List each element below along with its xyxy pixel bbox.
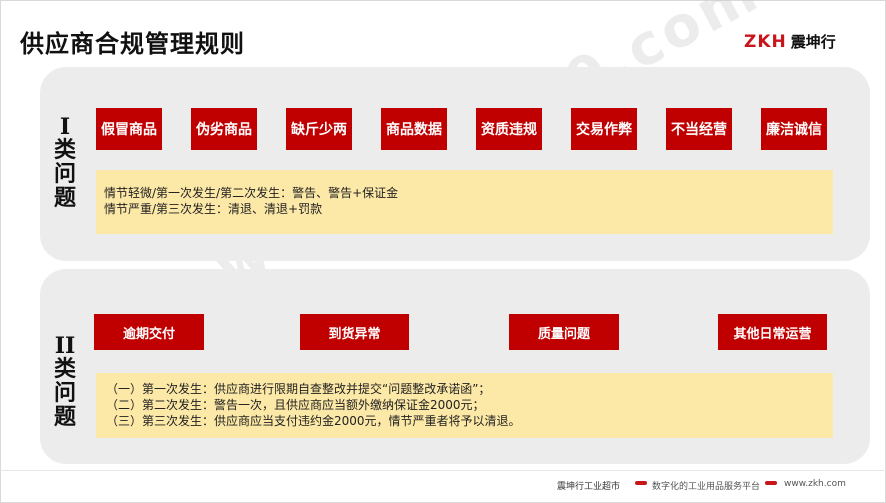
note-line: 情节轻微/第一次发生/第二次发生：警告、警告+保证金 xyxy=(104,186,399,200)
tag-counterfeit: 假冒商品 xyxy=(96,108,162,150)
class-2-label-char: 问 xyxy=(53,381,76,406)
logo-mark: ZKH xyxy=(744,31,787,52)
note-line: （一）第一次发生：供应商进行限期自查整改并提交“问题整改承诺函”； xyxy=(106,382,491,396)
class-2-label-char: 类 xyxy=(53,357,76,382)
page-title: 供应商合规管理规则 xyxy=(20,30,245,58)
class-2-notes: （一）第一次发生：供应商进行限期自查整改并提交“问题整改承诺函”； （二）第二次… xyxy=(96,373,833,438)
footer-divider-icon xyxy=(765,481,777,485)
footer-brand: 震坤行工业超市 xyxy=(557,482,621,492)
logo: ZKH 震坤行 xyxy=(744,31,836,52)
tag-improper-operation: 不当经营 xyxy=(666,108,732,150)
class-1-label-roman: I xyxy=(59,114,71,140)
logo-text: 震坤行 xyxy=(790,33,836,51)
tag-short-weight: 缺斤少两 xyxy=(286,108,352,150)
footer-url: www.zkh.com xyxy=(784,479,846,489)
class-1-label-char: 题 xyxy=(53,186,76,211)
tag-qualification: 资质违规 xyxy=(476,108,542,150)
tag-late-delivery: 逾期交付 xyxy=(94,314,204,350)
note-line: （二）第二次发生：警告一次，且供应商应当额外缴纳保证金2000元； xyxy=(106,398,485,412)
note-line: （三）第三次发生：供应商应当支付违约金2000元，情节严重者将予以清退。 xyxy=(106,414,521,428)
footer-slogan: 数字化的工业用品服务平台 xyxy=(652,482,761,492)
tag-trade-fraud: 交易作弊 xyxy=(571,108,637,150)
tag-other-operations: 其他日常运营 xyxy=(718,314,827,350)
footer-divider-icon xyxy=(635,481,647,485)
class-2-label-roman: II xyxy=(54,333,76,359)
note-line: 情节严重/第三次发生：清退、清退+罚款 xyxy=(104,202,323,216)
tag-arrival-abnormal: 到货异常 xyxy=(300,314,409,350)
tag-product-data: 商品数据 xyxy=(381,108,447,150)
class-2-label-char: 题 xyxy=(53,405,76,430)
class-1-label-char: 类 xyxy=(53,138,76,163)
class-1-label-char: 问 xyxy=(53,162,76,187)
tag-integrity: 廉洁诚信 xyxy=(761,108,827,150)
tag-quality-issue: 质量问题 xyxy=(509,314,619,350)
class-2-label: II 类 问 题 xyxy=(52,334,78,430)
tag-inferior: 伪劣商品 xyxy=(191,108,257,150)
class-1-notes: 情节轻微/第一次发生/第二次发生：警告、警告+保证金 情节严重/第三次发生：清退… xyxy=(96,170,833,234)
class-1-label: I 类 问 题 xyxy=(52,115,78,211)
